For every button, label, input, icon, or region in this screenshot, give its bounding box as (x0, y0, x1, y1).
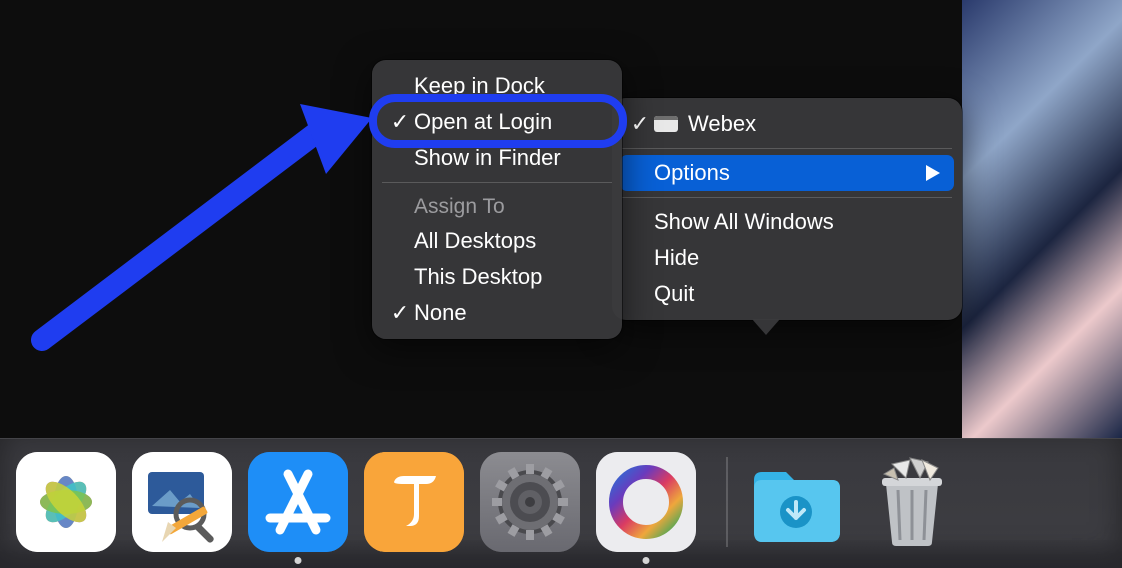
submenu-item-none[interactable]: ✓ None (380, 295, 614, 331)
menu-separator (622, 148, 952, 149)
submenu-item-show-in-finder[interactable]: Show in Finder (380, 140, 614, 176)
webex-icon (596, 452, 696, 552)
dock-app-system-settings[interactable] (480, 452, 580, 552)
submenu-section-assign-to: Assign To (380, 189, 614, 223)
t-app-icon (364, 452, 464, 552)
options-submenu: Keep in Dock ✓ Open at Login Show in Fin… (372, 60, 622, 339)
photos-icon (16, 452, 116, 552)
menu-item-label: All Desktops (414, 228, 600, 254)
desktop-wallpaper (962, 0, 1122, 438)
menu-item-label: This Desktop (414, 264, 600, 290)
dock-separator (726, 457, 728, 547)
settings-icon (480, 452, 580, 552)
menu-separator (622, 197, 952, 198)
dock-downloads-folder[interactable] (746, 452, 846, 552)
dock-apps (16, 450, 1106, 554)
submenu-arrow-icon (922, 165, 940, 181)
menu-item-label: Open at Login (414, 109, 600, 135)
menu-item-hide[interactable]: Hide (620, 240, 954, 276)
submenu-item-open-at-login[interactable]: ✓ Open at Login (380, 104, 614, 140)
menu-item-label: Hide (654, 245, 940, 271)
appstore-icon (248, 452, 348, 552)
running-indicator (643, 557, 650, 564)
downloads-icon (746, 452, 846, 552)
submenu-item-this-desktop[interactable]: This Desktop (380, 259, 614, 295)
dock-app-preview[interactable] (132, 452, 232, 552)
submenu-item-all-desktops[interactable]: All Desktops (380, 223, 614, 259)
window-icon (654, 116, 678, 132)
menu-item-label: Webex (688, 111, 940, 137)
running-indicator (295, 557, 302, 564)
dock-app-appstore[interactable] (248, 452, 348, 552)
menu-caret (752, 319, 780, 335)
submenu-item-keep-in-dock[interactable]: Keep in Dock (380, 68, 614, 104)
menu-item-show-all-windows[interactable]: Show All Windows (620, 204, 954, 240)
dock-app-t[interactable] (364, 452, 464, 552)
dock-app-webex[interactable] (596, 452, 696, 552)
menu-item-label: Options (654, 160, 922, 186)
check-icon: ✓ (626, 111, 654, 137)
menu-item-label: Quit (654, 281, 940, 307)
dock (0, 438, 1122, 568)
menu-item-label: Show in Finder (414, 145, 600, 171)
preview-icon (132, 452, 232, 552)
menu-item-label: Show All Windows (654, 209, 940, 235)
menu-item-label: None (414, 300, 600, 326)
menu-item-options[interactable]: Options (620, 155, 954, 191)
check-icon: ✓ (386, 109, 414, 135)
dock-app-photos[interactable] (16, 452, 116, 552)
menu-item-window-webex[interactable]: ✓ Webex (620, 106, 954, 142)
check-icon: ✓ (386, 300, 414, 326)
menu-item-quit[interactable]: Quit (620, 276, 954, 312)
menu-separator (382, 182, 612, 183)
menu-item-label: Keep in Dock (414, 73, 600, 99)
dock-context-menu: ✓ Webex Options Show All Windows Hide Qu… (612, 98, 962, 320)
dock-trash[interactable] (862, 452, 962, 552)
trash-icon (862, 452, 962, 552)
